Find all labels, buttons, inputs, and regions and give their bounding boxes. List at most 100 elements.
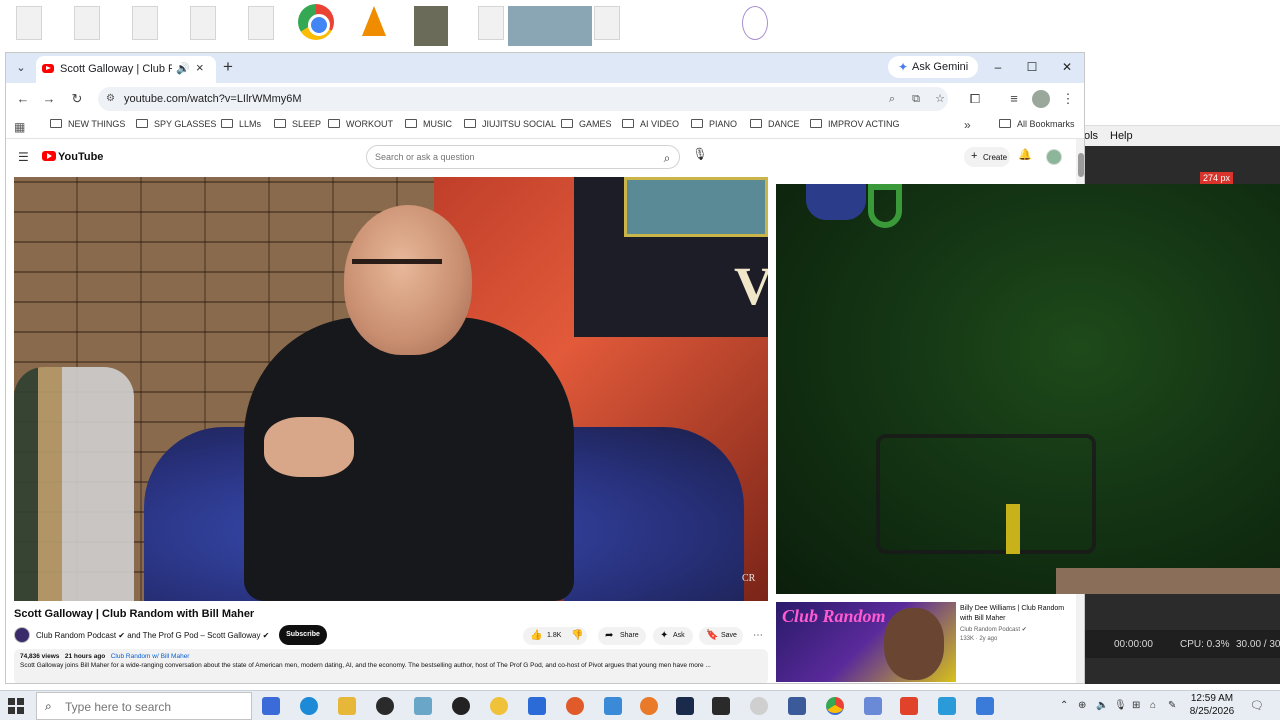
bookmark-folder[interactable]: LLMs — [221, 119, 261, 135]
save-button[interactable]: 🔖 Save — [699, 627, 743, 645]
app-shortcut-icon[interactable] — [742, 6, 768, 40]
image-thumbnail-icon[interactable] — [414, 6, 448, 46]
search-input[interactable] — [375, 152, 635, 162]
minimize-button[interactable]: – — [988, 58, 1008, 76]
notifications-bell-icon[interactable]: 🔔 — [1018, 148, 1032, 164]
account-avatar[interactable] — [1046, 149, 1062, 165]
youtube-logo[interactable]: YouTube — [42, 151, 103, 165]
chrome-shortcut-icon[interactable] — [298, 4, 334, 40]
task-view-icon[interactable] — [262, 697, 280, 715]
edge-icon[interactable] — [300, 697, 318, 715]
channel-watermark[interactable]: CR — [742, 573, 755, 584]
more-bookmarks-icon[interactable]: » — [964, 118, 971, 132]
subscribe-button[interactable]: Subscribe — [279, 625, 327, 645]
brave-icon[interactable] — [900, 697, 918, 715]
bookmark-folder[interactable]: AI VIDEO — [622, 119, 679, 135]
app-icon[interactable] — [750, 697, 768, 715]
profile-avatar[interactable] — [1032, 90, 1050, 108]
like-button[interactable]: 👍 1.8K 👎 — [523, 627, 587, 645]
share-button[interactable]: ➦ Share — [598, 627, 646, 645]
app-icon[interactable] — [976, 697, 994, 715]
app-icon[interactable] — [376, 697, 394, 715]
app-icon[interactable] — [864, 697, 882, 715]
channel-avatar[interactable] — [14, 627, 30, 643]
obs-icon[interactable] — [452, 697, 470, 715]
firefox-icon[interactable] — [640, 697, 658, 715]
vlc-shortcut-icon[interactable] — [362, 6, 386, 36]
tab-search-icon[interactable]: ⌄ — [12, 59, 30, 77]
document-icon[interactable] — [528, 697, 546, 715]
bookmark-folder[interactable]: PIANO — [691, 119, 737, 135]
scrollbar-thumb[interactable] — [1078, 153, 1084, 177]
chrome-menu-icon[interactable]: ⋮ — [1059, 90, 1077, 108]
bookmark-folder[interactable]: DANCE — [750, 119, 800, 135]
windows-start-icon[interactable] — [8, 698, 24, 714]
pen-icon[interactable]: ✎ — [1168, 700, 1176, 711]
forward-arrow-icon[interactable]: → — [40, 90, 58, 108]
file-explorer-icon[interactable] — [338, 697, 356, 715]
bookmark-folder[interactable]: SLEEP — [274, 119, 321, 135]
microphone-icon[interactable]: 🎙 — [692, 147, 708, 165]
hamburger-menu-icon[interactable]: ☰ — [18, 151, 32, 163]
maximize-button[interactable]: ☐ — [1022, 58, 1042, 76]
bookmark-folder[interactable]: WORKOUT — [328, 119, 393, 135]
url-text[interactable]: youtube.com/watch?v=LIlrWMmy6M — [124, 93, 302, 105]
video-description[interactable]: 74,836 views 21 hours ago Club Random w/… — [14, 649, 768, 683]
address-bar[interactable]: ⚙ youtube.com/watch?v=LIlrWMmy6M ⌕ ⧉ ☆ — [98, 87, 948, 111]
microphone-icon[interactable]: 🎙 — [1114, 700, 1127, 711]
network-icon[interactable]: ⌂ — [1150, 700, 1156, 711]
davinci-resolve-icon[interactable] — [712, 697, 730, 715]
app-icon[interactable] — [414, 697, 432, 715]
menu-help[interactable]: Help — [1110, 130, 1133, 142]
ask-button[interactable]: ✦ Ask — [653, 627, 693, 645]
chrome-icon[interactable] — [826, 697, 844, 715]
site-info-icon[interactable]: ⚙ — [106, 92, 120, 106]
file-icon[interactable] — [74, 6, 100, 40]
related-video-title[interactable]: Billy Dee Williams | Club Random with Bi… — [960, 604, 1072, 624]
app-icon[interactable] — [788, 697, 806, 715]
related-video-channel[interactable]: Club Random Podcast ✔ — [960, 626, 1027, 633]
file-icon[interactable] — [132, 6, 158, 40]
notification-icon[interactable]: 🗨 — [1250, 699, 1264, 712]
related-video-card[interactable]: Club Random Billy Dee Williams | Club Ra… — [776, 602, 1074, 682]
app-icon[interactable] — [566, 697, 584, 715]
bookmark-folder[interactable]: NEW THINGS — [50, 119, 125, 135]
bookmark-folder[interactable]: MUSIC — [405, 119, 452, 135]
more-actions-icon[interactable]: ⋯ — [750, 627, 766, 645]
speaker-icon[interactable]: 🔊 — [176, 62, 190, 75]
close-window-button[interactable]: ✕ — [1057, 58, 1077, 76]
extensions-icon[interactable]: ⧠ — [966, 90, 984, 108]
clock-date[interactable]: 8/25/2026 — [1184, 706, 1240, 717]
bookmark-folder[interactable]: SPY GLASSES — [136, 119, 216, 135]
taskbar-search-input[interactable] — [65, 700, 245, 714]
tab-youtube[interactable]: Scott Galloway | Club Random 🔊 × — [36, 56, 216, 83]
all-bookmarks-folder[interactable]: All Bookmarks — [999, 119, 1075, 135]
search-icon[interactable]: ⌕ — [659, 150, 675, 166]
reload-icon[interactable]: ↻ — [68, 90, 86, 108]
clock-time[interactable]: 12:59 AM — [1184, 693, 1240, 704]
file-icon[interactable] — [478, 6, 504, 40]
media-controls-icon[interactable]: ≡ — [1005, 90, 1023, 108]
lightbulb-icon[interactable] — [490, 697, 508, 715]
zoom-icon[interactable]: ⌕ — [884, 91, 900, 107]
bookmark-folder[interactable]: GAMES — [561, 119, 612, 135]
bookmark-star-icon[interactable]: ☆ — [932, 91, 948, 107]
apps-grid-icon[interactable]: ▦ — [14, 120, 28, 134]
related-video-thumbnail[interactable]: Club Random — [776, 602, 956, 682]
new-tab-button[interactable]: + — [218, 57, 238, 77]
menu-tools[interactable]: ols — [1084, 130, 1098, 142]
volume-icon[interactable]: 🔈 — [1096, 700, 1108, 711]
app-icon[interactable] — [938, 697, 956, 715]
video-player[interactable]: V CR — [14, 177, 768, 601]
install-app-icon[interactable]: ⧉ — [908, 91, 924, 107]
file-icon[interactable] — [190, 6, 216, 40]
chevron-up-icon[interactable]: ⌃ — [1060, 700, 1068, 711]
file-icon[interactable] — [248, 6, 274, 40]
file-icon[interactable] — [16, 6, 42, 40]
ask-gemini-button[interactable]: ✦ Ask Gemini — [888, 56, 978, 78]
image-thumbnail-icon[interactable] — [508, 6, 592, 46]
thumbs-down-icon[interactable]: 👎 — [571, 630, 583, 641]
photoshop-icon[interactable] — [676, 697, 694, 715]
playlist-link[interactable]: Club Random w/ Bill Maher — [111, 653, 190, 660]
back-arrow-icon[interactable]: ← — [14, 90, 32, 108]
